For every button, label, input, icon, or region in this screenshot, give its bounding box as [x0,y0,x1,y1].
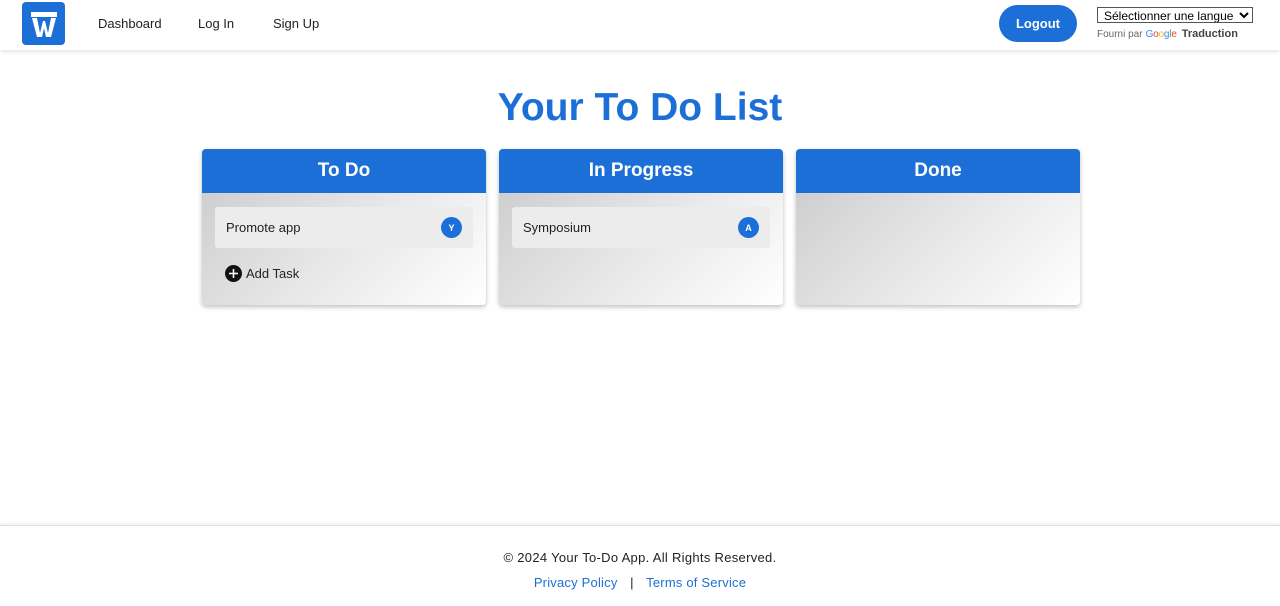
plus-circle-icon [225,265,242,282]
page-title: Your To Do List [497,86,783,129]
column-todo: To Do Promote app Y Add Task [202,149,486,305]
task-title: Promote app [226,220,301,235]
assignee-avatar: Y [441,217,462,238]
nav-dashboard-link[interactable]: Dashboard [98,16,162,31]
copyright-text: © 2024 Your To-Do App. All Rights Reserv… [503,550,777,565]
top-navbar: Dashboard Log In Sign Up Logout Sélectio… [0,0,1280,50]
app-logo-icon[interactable] [22,2,65,45]
column-todo-title: To Do [202,149,486,193]
nav-login-link[interactable]: Log In [198,16,234,31]
column-done-title: Done [796,149,1080,193]
footer-links: Privacy Policy | Terms of Service [0,575,1280,590]
column-done: Done [796,149,1080,305]
add-task-button[interactable]: Add Task [225,265,299,282]
google-brand-logo: Google [1145,28,1177,40]
google-translate-attribution: Fourni par Google Traduction [1097,28,1238,40]
privacy-policy-link[interactable]: Privacy Policy [534,575,618,590]
assignee-avatar: A [738,217,759,238]
task-title: Symposium [523,220,591,235]
task-card[interactable]: Promote app Y [215,207,473,248]
powered-by-prefix: Fourni par [1097,28,1143,40]
task-card[interactable]: Symposium A [512,207,770,248]
nav-signup-link[interactable]: Sign Up [273,16,319,31]
logout-button[interactable]: Logout [999,5,1077,42]
footer: © 2024 Your To-Do App. All Rights Reserv… [0,525,1280,606]
column-in-progress: In Progress Symposium A [499,149,783,305]
column-in-progress-title: In Progress [499,149,783,193]
terms-of-service-link[interactable]: Terms of Service [646,575,746,590]
translate-service-label[interactable]: Traduction [1182,28,1238,40]
language-select[interactable]: Sélectionner une langue [1097,7,1253,23]
footer-separator: | [630,575,634,590]
add-task-label: Add Task [246,266,300,281]
